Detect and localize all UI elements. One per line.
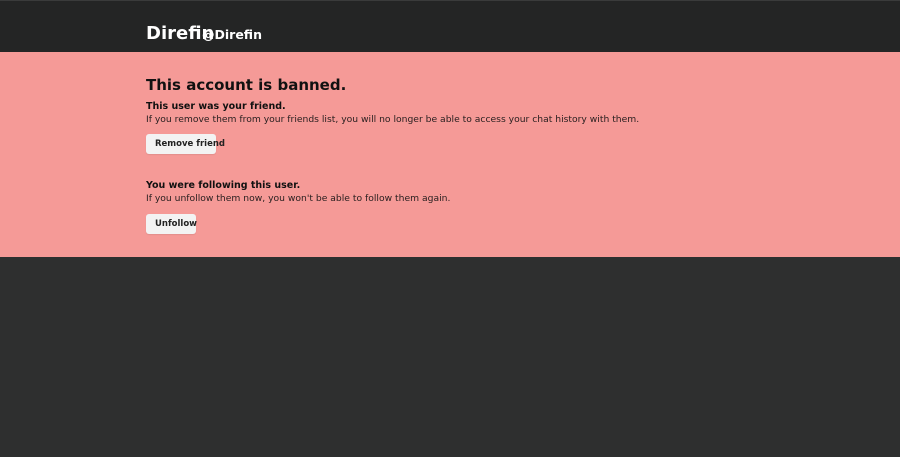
follow-section-text: If you unfollow them now, you won't be a… xyxy=(146,193,451,204)
unfollow-button[interactable]: Unfollow xyxy=(146,214,197,234)
friend-section-title: This user was your friend. xyxy=(146,101,286,112)
friend-section-text: If you remove them from your friends lis… xyxy=(146,114,640,125)
profile-header: Direfin @Direfin xyxy=(0,0,900,52)
banned-account-notice: This account is banned. This user was yo… xyxy=(0,52,900,257)
remove-friend-button[interactable]: Remove friend xyxy=(146,134,225,154)
profile-handle: @Direfin xyxy=(202,27,262,42)
follow-section-title: You were following this user. xyxy=(146,180,301,191)
banned-title: This account is banned. xyxy=(146,76,347,94)
